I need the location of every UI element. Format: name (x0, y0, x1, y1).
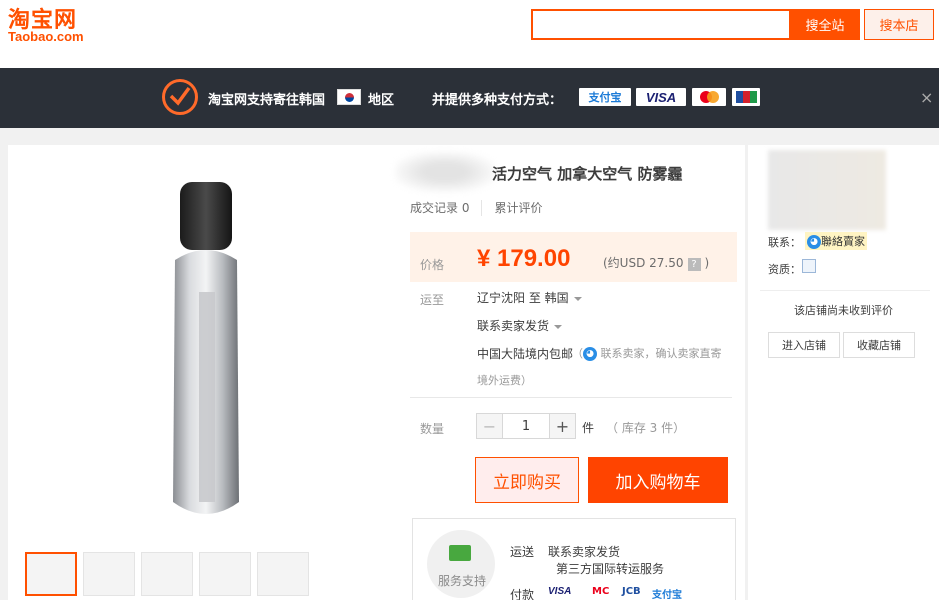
divider (760, 290, 930, 291)
sales-record-link[interactable]: 成交记录 0 (410, 199, 469, 216)
quantity-stepper: − 1 + (476, 413, 576, 439)
ship-route-select[interactable]: 辽宁沈阳 至 韩国 (477, 289, 582, 306)
alipay-mini-logo: 支付宝 (652, 590, 682, 600)
favorite-shop-button[interactable]: 收藏店铺 (843, 332, 915, 358)
redacted-title-part (395, 152, 495, 192)
korea-flag-icon (337, 89, 361, 105)
no-review-text: 该店铺尚未收到评价 (794, 304, 893, 317)
wangwang-icon: ◕ (807, 235, 821, 249)
thumbnail-2[interactable] (83, 552, 135, 596)
support-text: 淘宝网支持寄往韩国 (208, 93, 326, 108)
usd-price: (约USD 27.50?) (603, 256, 710, 271)
wangwang-icon[interactable]: ◕ (583, 347, 597, 361)
contact-seller-link[interactable]: ◕ 聯絡賣家 (805, 232, 867, 250)
free-shipping-text: 中国大陆境内包邮 (477, 347, 574, 361)
product-stats: 成交记录 0 累计评价 (410, 199, 542, 216)
product-title: 活力空气 加拿大空气 防雾霾 (492, 165, 683, 183)
region-text: 地区 (368, 93, 395, 108)
seller-ship-select[interactable]: 联系卖家发货 (477, 317, 563, 334)
mastercard-logo (692, 88, 726, 106)
qty-unit: 件 (582, 421, 595, 435)
top-header: 淘宝网 Taobao.com 搜全站 搜本店 (0, 0, 939, 68)
qty-minus-button[interactable]: − (477, 414, 503, 438)
visa-logo: VISA (636, 88, 686, 106)
search-shop-button[interactable]: 搜本店 (864, 9, 934, 40)
taobao-logo-en[interactable]: Taobao.com (8, 29, 84, 44)
help-icon[interactable]: ? (687, 258, 701, 271)
qualification-icon[interactable] (802, 259, 816, 273)
thumbnail-strip (25, 552, 309, 596)
visa-mini-logo: VISA (548, 586, 572, 597)
product-image[interactable] (163, 182, 249, 522)
price-value: ¥ 179.00 (477, 245, 571, 272)
service-label: 服务支持 (438, 574, 487, 588)
add-to-cart-button[interactable]: 加入购物车 (588, 457, 728, 503)
service-icon (449, 545, 471, 561)
shipping-key: 运送 (510, 545, 535, 559)
thumbnail-5[interactable] (257, 552, 309, 596)
payment-text: 并提供多种支付方式： (432, 93, 563, 108)
qty-plus-button[interactable]: + (549, 414, 575, 438)
contact-seller-note: （◕ 联系卖家，确认卖家直寄 (572, 347, 722, 361)
jcb-logo (732, 88, 760, 106)
qualification-label: 资质： (768, 263, 801, 276)
price-label: 价格 (420, 258, 445, 272)
close-icon[interactable]: × (920, 88, 933, 107)
caret-down-icon (554, 324, 563, 329)
divider (410, 397, 732, 398)
payment-key: 付款 (510, 588, 535, 600)
ship-to-label: 运至 (420, 293, 445, 307)
caret-down-icon (573, 296, 582, 301)
redacted-shop-info (768, 150, 886, 230)
enter-shop-button[interactable]: 进入店铺 (768, 332, 840, 358)
mastercard-mini-logo: MC (592, 586, 610, 597)
search-input[interactable] (531, 9, 791, 40)
international-banner: 淘宝网支持寄往韩国 地区 并提供多种支付方式： 支付宝 VISA × (0, 68, 939, 128)
shipping-value-2: 第三方国际转运服务 (556, 562, 665, 576)
stock-text: （ 库存 3 件） (606, 421, 686, 435)
jcb-mini-logo: JCB (622, 586, 641, 597)
reviews-link[interactable]: 累计评价 (494, 199, 542, 216)
thumbnail-3[interactable] (141, 552, 193, 596)
thumbnail-1[interactable] (25, 552, 77, 596)
check-circle-icon (162, 79, 198, 115)
alipay-logo: 支付宝 (579, 88, 631, 106)
qty-input[interactable]: 1 (503, 414, 549, 438)
thumbnail-4[interactable] (199, 552, 251, 596)
qty-label: 数量 (420, 422, 445, 436)
divider (481, 199, 483, 216)
search-all-button[interactable]: 搜全站 (790, 9, 860, 40)
contact-label: 联系： (768, 236, 801, 249)
buy-now-button[interactable]: 立即购买 (475, 457, 579, 503)
shipping-value: 联系卖家发货 (548, 545, 621, 559)
contact-seller-note-2: 境外运费） (477, 374, 532, 387)
